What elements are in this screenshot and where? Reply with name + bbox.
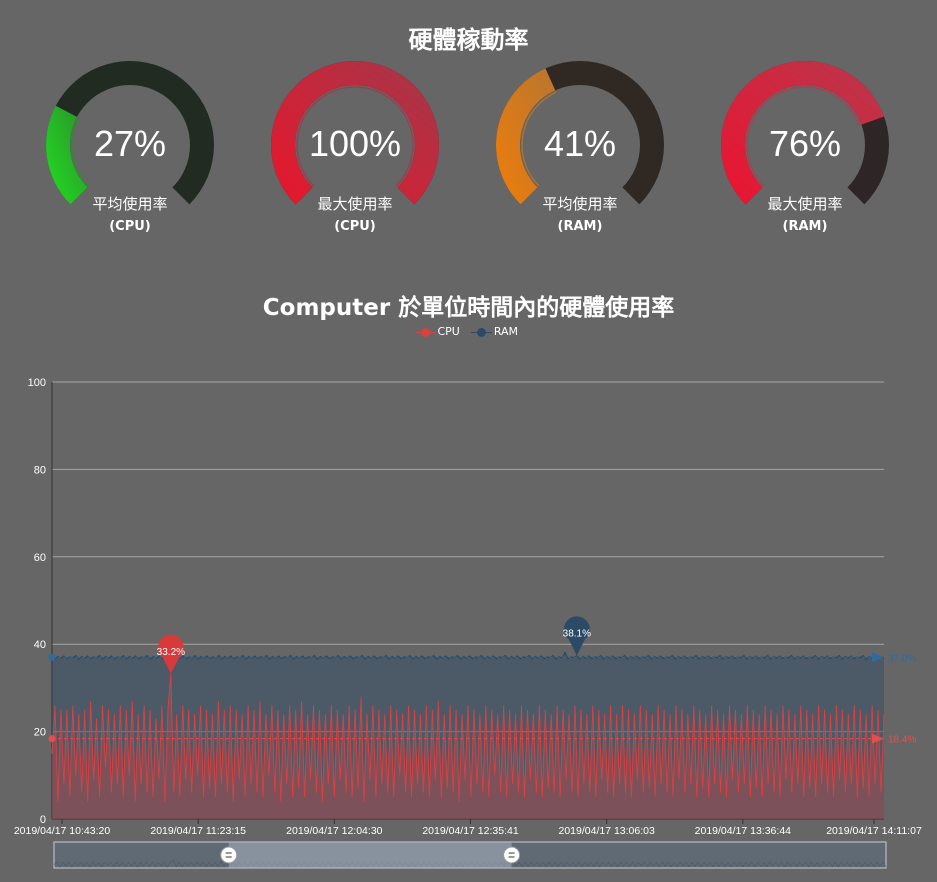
- gauge-row: 27% 平均使用率 (CPU) 100% 最大使用率 (CPU) 41% 平均使…: [0, 55, 937, 245]
- average-label-cpu: 18.4%: [888, 735, 916, 746]
- gauge-cpu-average: 27% 平均使用率 (CPU): [30, 55, 230, 245]
- x-tick-label: 2019/04/17 12:04:30: [286, 825, 383, 837]
- y-tick-label: 60: [34, 552, 46, 564]
- gauge-value: 76%: [768, 123, 842, 164]
- gauge-cpu-max: 100% 最大使用率 (CPU): [255, 55, 455, 245]
- gauge-ram-max: 76% 最大使用率 (RAM): [705, 55, 905, 245]
- zoom-handle-end[interactable]: [503, 846, 521, 864]
- zoom-selected-range: [228, 842, 512, 868]
- legend-item-cpu[interactable]: CPU: [414, 325, 460, 338]
- gauge-label: 平均使用率: [92, 195, 168, 213]
- legend-marker-icon: [471, 327, 493, 337]
- gauge-label: 最大使用率: [767, 195, 843, 213]
- chart-legend: CPU RAM: [0, 325, 937, 338]
- legend-label: RAM: [493, 325, 519, 338]
- x-tick-label: 2019/04/17 14:11:07: [826, 825, 922, 837]
- legend-item-ram[interactable]: RAM: [471, 325, 519, 338]
- legend-marker-icon: [414, 327, 436, 337]
- x-tick-label: 2019/04/17 13:06:03: [558, 825, 655, 837]
- gauge-sublabel: (RAM): [782, 219, 828, 234]
- handle-grip-icon: [220, 846, 238, 864]
- y-tick-label: 40: [34, 639, 46, 651]
- zoom-handle-start[interactable]: [220, 846, 238, 864]
- chart-title: Computer 於單位時間內的硬體使用率: [262, 295, 675, 321]
- x-tick-label: 2019/04/17 13:36:44: [695, 825, 792, 837]
- gauge-sublabel: (CPU): [334, 219, 376, 234]
- handle-grip-icon: [503, 846, 521, 864]
- average-label-ram: 37.0%: [888, 653, 916, 664]
- gauge-sublabel: (CPU): [109, 219, 151, 234]
- y-tick-label: 20: [34, 727, 46, 739]
- gauge-ram-average: 41% 平均使用率 (RAM): [480, 55, 680, 245]
- y-tick-label: 100: [28, 377, 46, 389]
- x-tick-label: 2019/04/17 12:35:41: [422, 825, 519, 837]
- legend-label: CPU: [437, 325, 460, 338]
- page-title: 硬體稼動率: [408, 26, 529, 54]
- average-start-dot-cpu: [48, 735, 56, 743]
- gauge-value: 100%: [308, 123, 402, 164]
- gauge-value: 27%: [93, 123, 167, 164]
- usage-chart: 02040608010037.0%18.4%33.2%38.1%2019/04/…: [14, 377, 922, 869]
- gauge-value: 41%: [543, 123, 617, 164]
- gauge-label: 最大使用率: [317, 195, 393, 213]
- average-start-dot-ram: [48, 653, 56, 661]
- x-tick-label: 2019/04/17 11:23:15: [150, 825, 246, 837]
- x-tick-label: 2019/04/17 10:43:20: [14, 825, 111, 837]
- max-pin-ram: 38.1%: [563, 616, 591, 656]
- max-pin-label: 33.2%: [157, 647, 185, 658]
- max-pin-label: 38.1%: [563, 629, 591, 640]
- gauge-sublabel: (RAM): [557, 219, 603, 234]
- y-tick-label: 80: [34, 464, 46, 476]
- gauge-label: 平均使用率: [542, 195, 618, 213]
